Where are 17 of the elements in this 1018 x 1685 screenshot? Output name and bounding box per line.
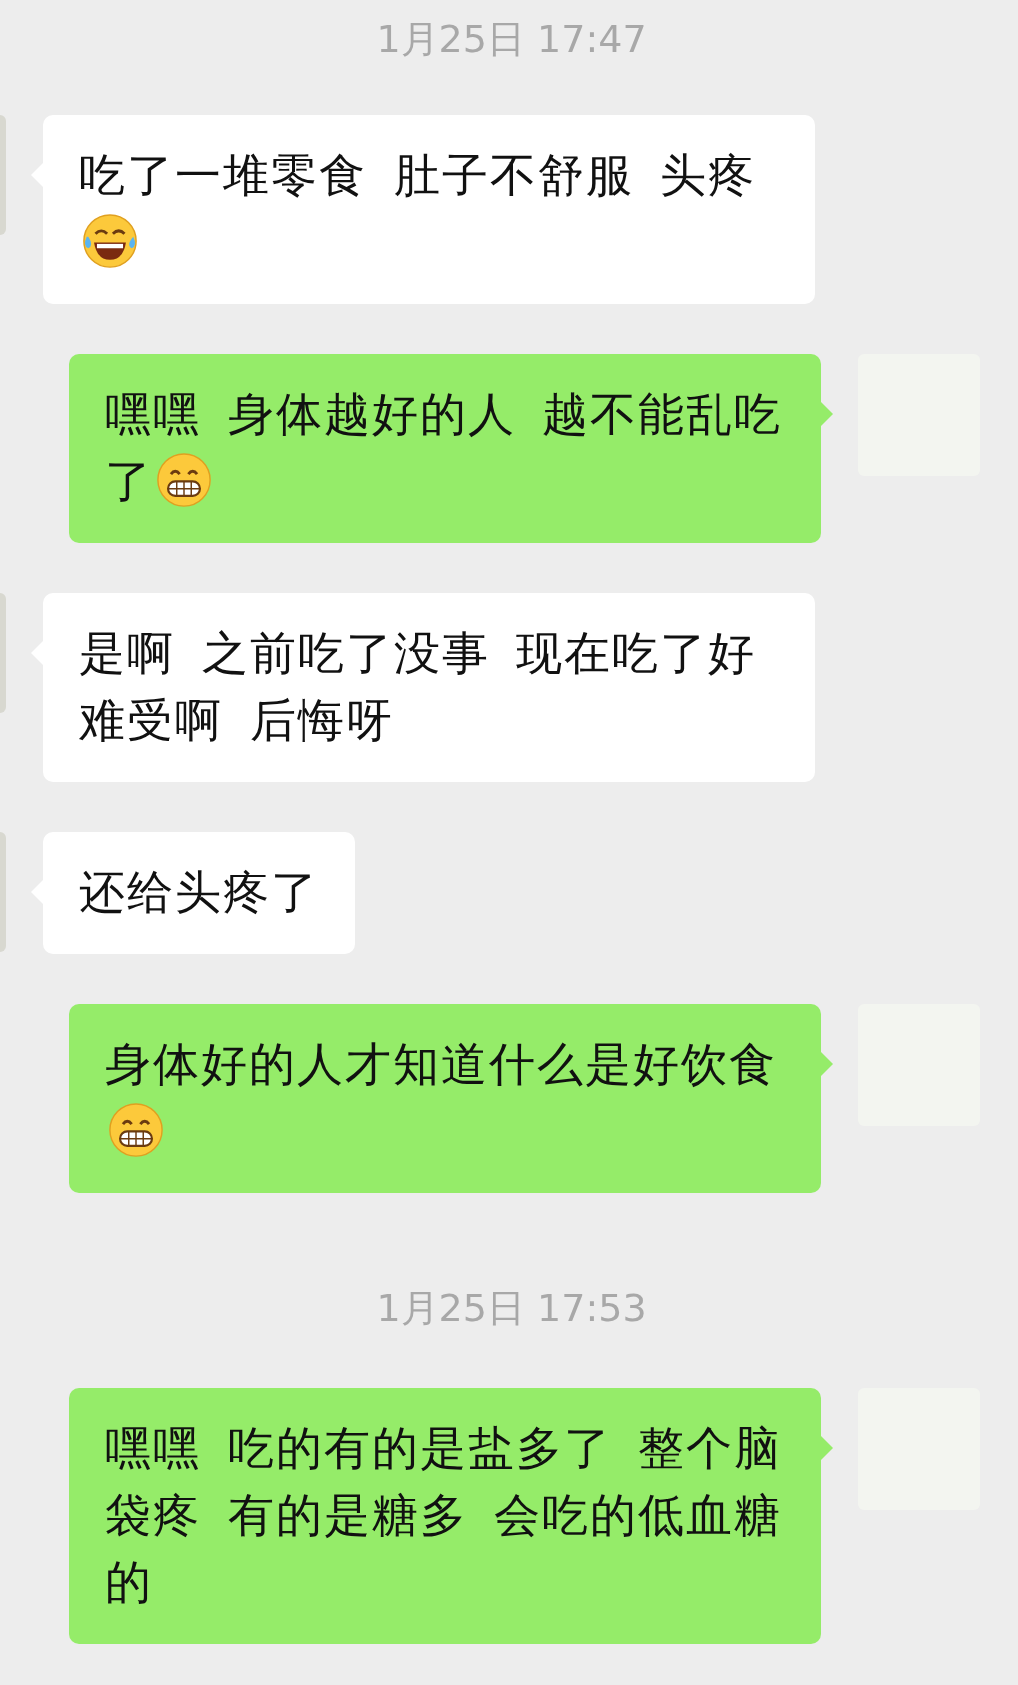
grinning-emoji-icon: [155, 451, 213, 509]
avatar-placeholder[interactable]: [0, 115, 6, 235]
timestamp: 1月25日 17:53: [375, 1285, 647, 1332]
message-bubble[interactable]: 嘿嘿 吃的有的是盐多了 整个脑袋疼 有的是糖多 会吃的低血糖的: [69, 1388, 821, 1644]
message-bubble[interactable]: 嘿嘿 身体越好的人 越不能乱吃了: [69, 354, 821, 543]
bubble-tail: [821, 402, 833, 426]
message-bubble[interactable]: 吃了一堆零食 肚子不舒服 头疼: [43, 115, 815, 304]
message-bubble[interactable]: 是啊 之前吃了没事 现在吃了好难受啊 后悔呀: [43, 593, 815, 782]
message-bubble[interactable]: 还给头疼了: [43, 832, 355, 954]
avatar-placeholder[interactable]: [0, 593, 6, 713]
timestamp: 1月25日 17:47: [375, 16, 647, 63]
grinning-emoji-icon: [107, 1101, 165, 1159]
avatar-placeholder[interactable]: [0, 832, 6, 952]
bubble-tail: [821, 1052, 833, 1076]
message-bubble[interactable]: 身体好的人才知道什么是好饮食: [69, 1004, 821, 1193]
laughing-tears-emoji-icon: [81, 212, 139, 270]
bubble-tail: [821, 1436, 833, 1460]
